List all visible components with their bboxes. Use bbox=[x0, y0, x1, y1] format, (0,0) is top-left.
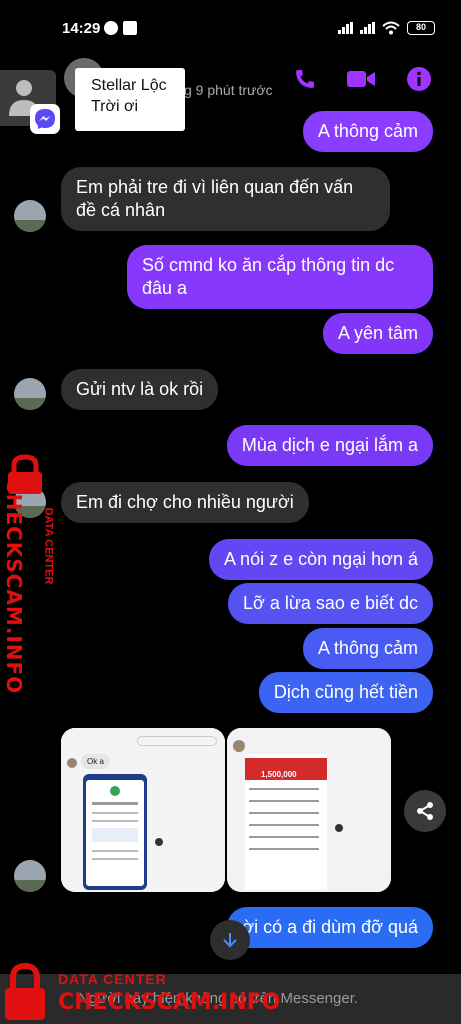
thumb-receipt: 1,500,000 bbox=[245, 754, 327, 890]
thumb-line bbox=[92, 858, 138, 860]
status-indicators: 80 bbox=[338, 21, 435, 35]
thumb-line bbox=[249, 824, 319, 826]
share-icon bbox=[417, 802, 433, 820]
share-button[interactable] bbox=[404, 790, 446, 832]
chat-head-preview[interactable]: Stellar Lộc Trời ơi bbox=[75, 68, 185, 131]
reply-input-thumb bbox=[137, 736, 217, 746]
success-check-icon bbox=[110, 786, 120, 796]
battery-indicator: 80 bbox=[407, 21, 435, 35]
thumb-line bbox=[249, 836, 319, 838]
thumb-avatar bbox=[233, 740, 245, 752]
image-attachment-1[interactable]: Ok a bbox=[61, 728, 225, 892]
signal-icon-2 bbox=[360, 22, 375, 34]
watermark-vertical-small: DATA CENTER bbox=[42, 507, 55, 585]
info-icon bbox=[407, 67, 431, 91]
preview-message-text: Trời ơi bbox=[91, 98, 139, 115]
thumb-phone bbox=[83, 774, 147, 890]
message-bubble-outgoing[interactable]: Lỡ a lừa sao e biết dc bbox=[228, 583, 433, 624]
thumb-line bbox=[92, 820, 138, 822]
message-bubble-outgoing[interactable]: Mùa dịch e ngại lắm a bbox=[226, 425, 433, 466]
message-bubble-incoming[interactable]: Gửi ntv là ok rồi bbox=[61, 369, 219, 410]
thumb-line bbox=[249, 788, 319, 790]
status-time: 14:29 bbox=[62, 20, 101, 37]
thumb-share-icon bbox=[155, 838, 163, 846]
notification-icons bbox=[104, 21, 137, 35]
info-button[interactable] bbox=[404, 64, 434, 94]
sender-avatar[interactable] bbox=[14, 378, 46, 410]
messenger-badge bbox=[30, 104, 60, 134]
message-bubble-outgoing[interactable]: Dịch cũng hết tiền bbox=[258, 672, 433, 713]
watermark-bottom-brand: CHECKSCAM.INFO bbox=[58, 990, 281, 1015]
active-status: g 9 phút trước bbox=[184, 82, 273, 98]
image-attachment-2[interactable]: 1,500,000 bbox=[227, 728, 391, 892]
status-bar: 14:29 80 bbox=[0, 0, 461, 56]
arrow-down-icon bbox=[223, 933, 237, 948]
sender-avatar[interactable] bbox=[14, 860, 46, 892]
thumb-reply: Ok a bbox=[81, 754, 110, 769]
message-bubble-outgoing[interactable]: ời có a đi dùm đỡ quá bbox=[227, 907, 433, 948]
video-call-button[interactable] bbox=[346, 64, 376, 94]
receipt-amount: 1,500,000 bbox=[245, 758, 327, 780]
thumb-line bbox=[249, 812, 319, 814]
voice-call-button[interactable] bbox=[290, 64, 320, 94]
thumb-box bbox=[92, 828, 138, 842]
message-bubble-incoming[interactable]: Em đi chợ cho nhiều người bbox=[61, 482, 309, 523]
thumb-phone-screen bbox=[86, 780, 144, 886]
message-bubble-outgoing[interactable]: A thông cảm bbox=[302, 628, 433, 669]
watermark-bottom-title: DATA CENTER bbox=[58, 971, 167, 987]
shop-notification-icon bbox=[123, 21, 137, 35]
thumb-avatar bbox=[67, 758, 77, 768]
preview-sender-name: Stellar Lộc bbox=[91, 77, 167, 94]
thumb-line bbox=[92, 850, 138, 852]
signal-icon bbox=[338, 22, 353, 34]
message-bubble-incoming[interactable]: Em phải tre đi vì liên quan đến vấn đề c… bbox=[61, 167, 390, 231]
conversation-header: g 9 phút trước bbox=[0, 56, 461, 104]
message-bubble-outgoing[interactable]: A yên tâm bbox=[322, 313, 433, 354]
lock-watermark-icon bbox=[5, 962, 45, 1020]
wifi-icon bbox=[382, 21, 400, 35]
message-bubble-outgoing[interactable]: A thông cảm bbox=[302, 111, 433, 152]
video-camera-icon bbox=[347, 71, 375, 87]
thumb-line bbox=[249, 848, 319, 850]
thumb-line bbox=[249, 800, 319, 802]
phone-icon bbox=[296, 70, 314, 88]
messenger-notification-icon bbox=[104, 21, 118, 35]
thumb-line bbox=[92, 812, 138, 814]
messenger-logo-icon bbox=[35, 109, 55, 129]
thumb-share-icon bbox=[335, 824, 343, 832]
message-bubble-outgoing[interactable]: Số cmnd ko ăn cắp thông tin dc đâu a bbox=[127, 245, 433, 309]
scroll-to-bottom-button[interactable] bbox=[210, 920, 250, 960]
sender-avatar[interactable] bbox=[14, 200, 46, 232]
thumb-line bbox=[92, 802, 138, 805]
watermark-vertical: CHECKSCAM.INFO bbox=[2, 478, 26, 695]
message-bubble-outgoing[interactable]: A nói z e còn ngại hơn á bbox=[209, 539, 433, 580]
